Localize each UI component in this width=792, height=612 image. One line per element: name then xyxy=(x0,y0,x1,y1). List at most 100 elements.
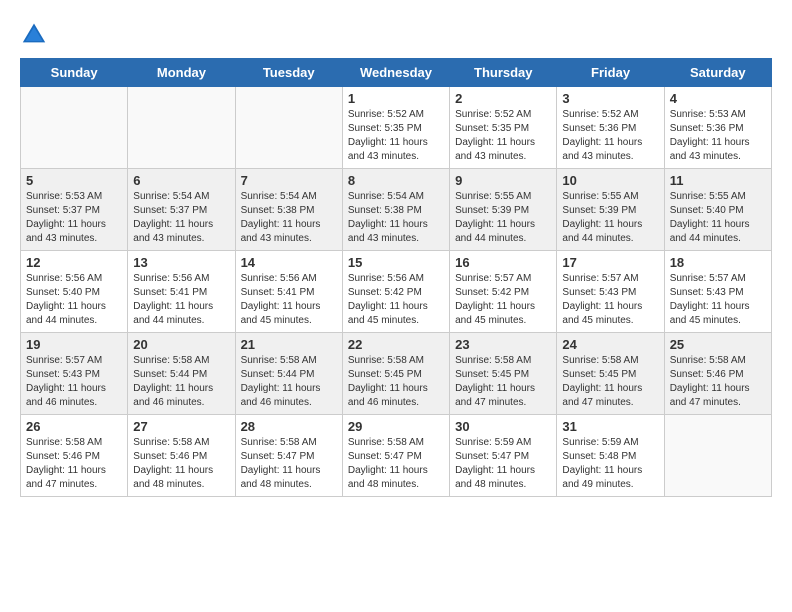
day-info: Sunrise: 5:55 AM Sunset: 5:40 PM Dayligh… xyxy=(670,190,766,246)
day-header-saturday: Saturday xyxy=(664,59,771,87)
calendar-table: SundayMondayTuesdayWednesdayThursdayFrid… xyxy=(20,58,772,497)
calendar-cell: 4 Sunrise: 5:53 AM Sunset: 5:36 PM Daylig… xyxy=(664,87,771,169)
day-number: 12 xyxy=(26,255,122,270)
day-number: 16 xyxy=(455,255,551,270)
day-info: Sunrise: 5:58 AM Sunset: 5:46 PM Dayligh… xyxy=(26,436,122,492)
day-number: 23 xyxy=(455,337,551,352)
day-number: 6 xyxy=(133,173,229,188)
calendar-cell: 30Sunrise: 5:59 AM Sunset: 5:47 PM Dayli… xyxy=(450,415,557,497)
day-number: 20 xyxy=(133,337,229,352)
day-header-monday: Monday xyxy=(128,59,235,87)
week-row-1: 1 Sunrise: 5:52 AM Sunset: 5:35 PM Daylig… xyxy=(21,87,772,169)
day-info: Sunrise: 5:58 AM Sunset: 5:46 PM Dayligh… xyxy=(670,354,766,410)
day-info: Sunrise: 5:58 AM Sunset: 5:45 PM Dayligh… xyxy=(562,354,658,410)
calendar-cell: 10Sunrise: 5:55 AM Sunset: 5:39 PM Dayli… xyxy=(557,169,664,251)
day-number: 22 xyxy=(348,337,444,352)
day-info: Sunrise: 5:55 AM Sunset: 5:39 PM Dayligh… xyxy=(562,190,658,246)
calendar-cell: 26 Sunrise: 5:58 AM Sunset: 5:46 PM Dayli… xyxy=(21,415,128,497)
day-number: 27 xyxy=(133,419,229,434)
calendar-body: 1 Sunrise: 5:52 AM Sunset: 5:35 PM Daylig… xyxy=(21,87,772,497)
day-info: Sunrise: 5:56 AM Sunset: 5:41 PM Dayligh… xyxy=(241,272,337,328)
calendar-cell: 3 Sunrise: 5:52 AM Sunset: 5:36 PM Daylig… xyxy=(557,87,664,169)
calendar-cell: 27 Sunrise: 5:58 AM Sunset: 5:46 PM Dayli… xyxy=(128,415,235,497)
day-number: 19 xyxy=(26,337,122,352)
logo-icon xyxy=(20,20,48,48)
day-info: Sunrise: 5:56 AM Sunset: 5:41 PM Dayligh… xyxy=(133,272,229,328)
logo xyxy=(20,20,52,48)
day-info: Sunrise: 5:54 AM Sunset: 5:37 PM Dayligh… xyxy=(133,190,229,246)
day-info: Sunrise: 5:58 AM Sunset: 5:44 PM Dayligh… xyxy=(133,354,229,410)
calendar-cell: 13 Sunrise: 5:56 AM Sunset: 5:41 PM Dayli… xyxy=(128,251,235,333)
day-info: Sunrise: 5:54 AM Sunset: 5:38 PM Dayligh… xyxy=(348,190,444,246)
day-header-thursday: Thursday xyxy=(450,59,557,87)
day-info: Sunrise: 5:58 AM Sunset: 5:45 PM Dayligh… xyxy=(455,354,551,410)
day-info: Sunrise: 5:58 AM Sunset: 5:45 PM Dayligh… xyxy=(348,354,444,410)
calendar-cell: 28 Sunrise: 5:58 AM Sunset: 5:47 PM Dayli… xyxy=(235,415,342,497)
calendar-cell: 31Sunrise: 5:59 AM Sunset: 5:48 PM Dayli… xyxy=(557,415,664,497)
day-number: 26 xyxy=(26,419,122,434)
day-number: 17 xyxy=(562,255,658,270)
calendar-cell: 21 Sunrise: 5:58 AM Sunset: 5:44 PM Dayli… xyxy=(235,333,342,415)
week-row-5: 26 Sunrise: 5:58 AM Sunset: 5:46 PM Dayli… xyxy=(21,415,772,497)
calendar-cell: 1Sunrise: 5:52 AM Sunset: 5:35 PM Daylig… xyxy=(342,87,449,169)
day-info: Sunrise: 5:57 AM Sunset: 5:43 PM Dayligh… xyxy=(670,272,766,328)
calendar-cell: 29 Sunrise: 5:58 AM Sunset: 5:47 PM Dayli… xyxy=(342,415,449,497)
day-number: 29 xyxy=(348,419,444,434)
day-info: Sunrise: 5:53 AM Sunset: 5:37 PM Dayligh… xyxy=(26,190,122,246)
calendar-cell: 7 Sunrise: 5:54 AM Sunset: 5:38 PM Daylig… xyxy=(235,169,342,251)
page-header xyxy=(20,20,772,48)
day-number: 3 xyxy=(562,91,658,106)
day-info: Sunrise: 5:53 AM Sunset: 5:36 PM Dayligh… xyxy=(670,108,766,164)
day-info: Sunrise: 5:56 AM Sunset: 5:42 PM Dayligh… xyxy=(348,272,444,328)
calendar-cell: 19 Sunrise: 5:57 AM Sunset: 5:43 PM Dayli… xyxy=(21,333,128,415)
calendar-cell: 2 Sunrise: 5:52 AM Sunset: 5:35 PM Daylig… xyxy=(450,87,557,169)
calendar-cell: 6 Sunrise: 5:54 AM Sunset: 5:37 PM Daylig… xyxy=(128,169,235,251)
calendar-cell xyxy=(128,87,235,169)
calendar-cell: 18 Sunrise: 5:57 AM Sunset: 5:43 PM Dayli… xyxy=(664,251,771,333)
calendar-cell: 8Sunrise: 5:54 AM Sunset: 5:38 PM Daylig… xyxy=(342,169,449,251)
calendar-cell: 22 Sunrise: 5:58 AM Sunset: 5:45 PM Dayli… xyxy=(342,333,449,415)
day-number: 9 xyxy=(455,173,551,188)
day-info: Sunrise: 5:55 AM Sunset: 5:39 PM Dayligh… xyxy=(455,190,551,246)
day-number: 7 xyxy=(241,173,337,188)
day-info: Sunrise: 5:58 AM Sunset: 5:47 PM Dayligh… xyxy=(348,436,444,492)
day-number: 25 xyxy=(670,337,766,352)
day-number: 21 xyxy=(241,337,337,352)
days-header-row: SundayMondayTuesdayWednesdayThursdayFrid… xyxy=(21,59,772,87)
day-number: 13 xyxy=(133,255,229,270)
day-info: Sunrise: 5:52 AM Sunset: 5:35 PM Dayligh… xyxy=(455,108,551,164)
day-info: Sunrise: 5:59 AM Sunset: 5:47 PM Dayligh… xyxy=(455,436,551,492)
day-header-wednesday: Wednesday xyxy=(342,59,449,87)
day-info: Sunrise: 5:52 AM Sunset: 5:36 PM Dayligh… xyxy=(562,108,658,164)
calendar-cell xyxy=(21,87,128,169)
day-info: Sunrise: 5:57 AM Sunset: 5:42 PM Dayligh… xyxy=(455,272,551,328)
calendar-cell: 24Sunrise: 5:58 AM Sunset: 5:45 PM Dayli… xyxy=(557,333,664,415)
day-info: Sunrise: 5:57 AM Sunset: 5:43 PM Dayligh… xyxy=(26,354,122,410)
day-info: Sunrise: 5:56 AM Sunset: 5:40 PM Dayligh… xyxy=(26,272,122,328)
calendar-cell: 23 Sunrise: 5:58 AM Sunset: 5:45 PM Dayli… xyxy=(450,333,557,415)
day-number: 1 xyxy=(348,91,444,106)
day-info: Sunrise: 5:57 AM Sunset: 5:43 PM Dayligh… xyxy=(562,272,658,328)
calendar-cell xyxy=(664,415,771,497)
calendar-cell: 15 Sunrise: 5:56 AM Sunset: 5:42 PM Dayli… xyxy=(342,251,449,333)
day-number: 2 xyxy=(455,91,551,106)
calendar-cell xyxy=(235,87,342,169)
day-number: 28 xyxy=(241,419,337,434)
calendar-cell: 14 Sunrise: 5:56 AM Sunset: 5:41 PM Dayli… xyxy=(235,251,342,333)
day-number: 4 xyxy=(670,91,766,106)
day-number: 14 xyxy=(241,255,337,270)
day-info: Sunrise: 5:54 AM Sunset: 5:38 PM Dayligh… xyxy=(241,190,337,246)
day-header-friday: Friday xyxy=(557,59,664,87)
week-row-4: 19 Sunrise: 5:57 AM Sunset: 5:43 PM Dayli… xyxy=(21,333,772,415)
day-info: Sunrise: 5:58 AM Sunset: 5:44 PM Dayligh… xyxy=(241,354,337,410)
day-number: 11 xyxy=(670,173,766,188)
day-number: 15 xyxy=(348,255,444,270)
day-header-tuesday: Tuesday xyxy=(235,59,342,87)
calendar-cell: 16 Sunrise: 5:57 AM Sunset: 5:42 PM Dayli… xyxy=(450,251,557,333)
day-info: Sunrise: 5:58 AM Sunset: 5:47 PM Dayligh… xyxy=(241,436,337,492)
calendar-cell: 17 Sunrise: 5:57 AM Sunset: 5:43 PM Dayli… xyxy=(557,251,664,333)
day-number: 18 xyxy=(670,255,766,270)
day-info: Sunrise: 5:58 AM Sunset: 5:46 PM Dayligh… xyxy=(133,436,229,492)
calendar-cell: 11 Sunrise: 5:55 AM Sunset: 5:40 PM Dayli… xyxy=(664,169,771,251)
calendar-cell: 5Sunrise: 5:53 AM Sunset: 5:37 PM Daylig… xyxy=(21,169,128,251)
